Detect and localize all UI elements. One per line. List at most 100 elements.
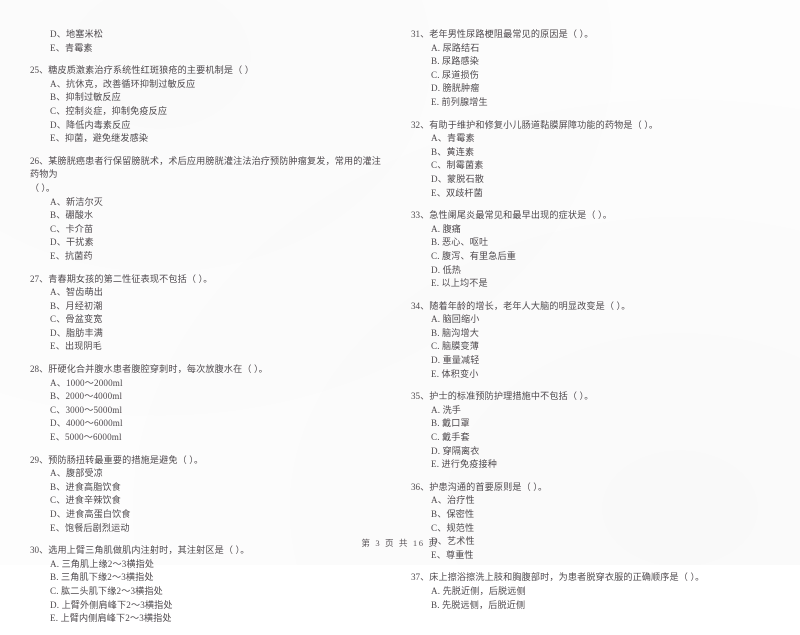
option-item: A. 先脱近侧，后脱远侧 (431, 585, 526, 596)
question-block-34: 34、随着年龄的增长，老年人大脑的明显改变是（ ）。 A. 脑回缩小 B. 脑沟… (411, 300, 766, 382)
option-item: D. 穿隔离衣 (431, 445, 480, 456)
question-block-29: 29、预防肠扭转最重要的措施是避免（ ）。 A、腹部受凉 B、进食高脂饮食 C、… (30, 454, 385, 536)
option-item: D. 重量减轻 (431, 355, 480, 366)
option-item: A、抗休克，改善循环抑制过敏反应 (50, 78, 196, 89)
option-item: A、智齿萌出 (50, 287, 103, 298)
option-item: B、黄连素 (431, 146, 475, 157)
option-item: E、5000～6000ml (50, 432, 122, 443)
question-number: 25、 (30, 65, 49, 76)
option-list: A. 脑回缩小 B. 脑沟增大 C. 脑膜变薄 D. 重量减轻 E. 体积变小 (411, 313, 766, 381)
option-item: A、新洁尔灭 (50, 196, 103, 207)
question-text: 某膀胱癌患者行保留膀胱术，术后应用膀胱灌注法治疗预防肿瘤复发，常用的灌注药物为 (30, 155, 381, 180)
question-block-26: 26、某膀胱癌患者行保留膀胱术，术后应用膀胱灌注法治疗预防肿瘤复发，常用的灌注药… (30, 155, 385, 264)
option-item: E、尊重性 (431, 549, 474, 560)
question-block-30: 30、选用上臂三角肌做肌内注射时，其注射区是（ ）。 A. 三角肌上缘2～3横指… (30, 544, 385, 626)
option-list: A、治疗性 B、保密性 C、规范性 D、艺术性 E、尊重性 (411, 494, 766, 562)
question-stem-continuation: （ ）。 (30, 182, 56, 193)
option-list: A. 三角肌上缘2～3横指处 B. 三角肌下缘2～3横指处 C. 肱二头肌下缘2… (30, 558, 385, 626)
option-item: E. 进行免疫接种 (431, 459, 498, 470)
option-list: A、青霉素 B、黄连素 C、制霉菌素 D、蒙脱石散 E、双歧杆菌 (411, 132, 766, 200)
question-number: 36、 (411, 481, 430, 492)
option-list: A、抗休克，改善循环抑制过敏反应 B、抑制过敏反应 C、控制炎症，抑制免疫反应 … (30, 78, 385, 146)
question-stem: 32、有助于维护和修复小儿肠道黏膜屏障功能的药物是（ ）。 (411, 119, 766, 133)
question-text: 预防肠扭转最重要的措施是避免（ ）。 (48, 454, 204, 465)
option-item: B、硼酸水 (50, 210, 94, 221)
option-item: E、抑菌，避免继发感染 (50, 133, 149, 144)
question-text: 青春期女孩的第二性征表现不包括（ ）。 (48, 273, 213, 284)
question-number: 37、 (411, 572, 430, 583)
question-text: 有助于维护和修复小儿肠道黏膜屏障功能的药物是（ ）。 (429, 119, 659, 130)
option-item: A、1000～2000ml (50, 377, 123, 388)
question-text: 护士的标准预防护理措施中不包括（ ）。 (429, 391, 594, 402)
question-stem: 27、青春期女孩的第二性征表现不包括（ ）。 (30, 273, 385, 287)
question-block-carryover: D、地塞米松 E、青霉素 (30, 28, 385, 55)
option-item: A、治疗性 (431, 495, 475, 506)
question-stem: 26、某膀胱癌患者行保留膀胱术，术后应用膀胱灌注法治疗预防肿瘤复发，常用的灌注药… (30, 155, 385, 182)
question-stem: 34、随着年龄的增长，老年人大脑的明显改变是（ ）。 (411, 300, 766, 314)
option-item: D、降低内毒素反应 (50, 119, 131, 130)
option-item: C. 脑膜变薄 (431, 341, 480, 352)
question-text: 老年男性尿路梗阻最常见的原因是（ ）。 (429, 29, 594, 39)
option-item: A、腹部受凉 (50, 468, 103, 479)
option-item: C. 腹泻、有里急后重 (431, 250, 517, 261)
option-item: B、保密性 (431, 509, 475, 519)
option-item: B、月经初潮 (50, 300, 103, 311)
option-item: C、规范性 (431, 522, 475, 533)
option-item: D、地塞米松 (50, 29, 103, 39)
option-item: D、蒙脱石散 (431, 173, 484, 184)
question-block-35: 35、护士的标准预防护理措施中不包括（ ）。 A. 洗手 B. 戴口罩 C. 戴… (411, 390, 766, 472)
option-list: A. 腹痛 B. 恶心、呕吐 C. 腹泻、有里急后重 D. 低热 E. 以上均不… (411, 223, 766, 291)
question-text: 急性阑尾炎最常见和最早出现的症状是（ ）。 (429, 210, 612, 221)
option-item: B. 三角肌下缘2～3横指处 (50, 572, 154, 583)
option-item: A. 洗手 (431, 404, 462, 415)
option-item: E. 前列腺增生 (431, 96, 488, 107)
option-item: A. 腹痛 (431, 223, 462, 234)
option-list: A. 先脱近侧，后脱远侧 B. 先脱远侧，后脱近侧 (411, 585, 766, 612)
exam-paper-page: D、地塞米松 E、青霉素 25、糖皮质激素治疗系统性红斑狼疮的主要机制是（ ） … (0, 0, 800, 623)
option-item: E、双歧杆菌 (431, 187, 483, 198)
question-text: 床上擦浴擦洗上肢和胸腹部时，为患者脱穿衣服的正确顺序是（ ）。 (429, 572, 705, 583)
option-item: D、干扰素 (50, 237, 94, 248)
question-block-36: 36、护患沟通的首要原则是（ ）。 A、治疗性 B、保密性 C、规范性 D、艺术… (411, 481, 766, 563)
question-number: 33、 (411, 210, 430, 221)
question-stem: 31、老年男性尿路梗阻最常见的原因是（ ）。 (411, 28, 766, 42)
question-number: 28、 (30, 364, 49, 375)
option-item: B. 先脱远侧，后脱近侧 (431, 599, 526, 610)
option-item: B. 恶心、呕吐 (431, 237, 489, 248)
option-item: C. 戴手套 (431, 432, 470, 443)
question-block-25: 25、糖皮质激素治疗系统性红斑狼疮的主要机制是（ ） A、抗休克，改善循环抑制过… (30, 64, 385, 146)
option-item: D. 上臂外侧肩峰下2～3横指处 (50, 599, 173, 610)
question-text: 随着年龄的增长，老年人大脑的明显改变是（ ）。 (429, 300, 631, 311)
question-number: 27、 (30, 273, 49, 284)
option-list: A、智齿萌出 B、月经初潮 C、骨盆变宽 D、脂肪丰满 E、出现阴毛 (30, 286, 385, 354)
option-item: C、骨盆变宽 (50, 314, 103, 325)
question-stem: 25、糖皮质激素治疗系统性红斑狼疮的主要机制是（ ） (30, 64, 385, 78)
option-item: A、青霉素 (431, 133, 475, 144)
question-text: 护患沟通的首要原则是（ ）。 (429, 481, 548, 492)
question-stem: 37、床上擦浴擦洗上肢和胸腹部时，为患者脱穿衣服的正确顺序是（ ）。 (411, 571, 766, 585)
option-item: D. 低热 (431, 264, 462, 275)
option-list: A、腹部受凉 B、进食高脂饮食 C、进食辛辣饮食 D、进食高蛋白饮食 E、饱餐后… (30, 467, 385, 535)
option-item: C. 肱二头肌下缘2～3横指处 (50, 585, 163, 596)
question-number: 29、 (30, 454, 49, 465)
option-item: D. 膀胱肿瘤 (431, 83, 480, 94)
question-block-37: 37、床上擦浴擦洗上肢和胸腹部时，为患者脱穿衣服的正确顺序是（ ）。 A. 先脱… (411, 571, 766, 612)
question-block-31: 31、老年男性尿路梗阻最常见的原因是（ ）。 A. 尿路结石 B. 尿路感染 C… (411, 28, 766, 110)
option-item: E、出现阴毛 (50, 341, 102, 352)
option-list: D、地塞米松 E、青霉素 (30, 28, 385, 55)
option-list: A. 尿路结石 B. 尿路感染 C. 尿道损伤 D. 膀胱肿瘤 E. 前列腺增生 (411, 42, 766, 110)
option-item: D、脂肪丰满 (50, 327, 103, 338)
option-item: B. 脑沟增大 (431, 327, 480, 338)
question-block-32: 32、有助于维护和修复小儿肠道黏膜屏障功能的药物是（ ）。 A、青霉素 B、黄连… (411, 119, 766, 201)
question-number: 31、 (411, 29, 430, 39)
option-list: A、1000～2000ml B、2000～4000ml C、3000～5000m… (30, 377, 385, 445)
question-block-28: 28、肝硬化合并腹水患者腹腔穿刺时，每次放腹水在（ ）。 A、1000～2000… (30, 363, 385, 445)
question-text: 肝硬化合并腹水患者腹腔穿刺时，每次放腹水在（ ）。 (48, 364, 268, 375)
option-list: A、新洁尔灭 B、硼酸水 C、卡介苗 D、干扰素 E、抗菌药 (30, 196, 385, 264)
option-item: D、4000～6000ml (50, 418, 123, 429)
option-item: E. 上臂内侧肩峰下2～3横指处 (50, 613, 172, 624)
question-number: 35、 (411, 391, 430, 402)
option-item: C. 尿道损伤 (431, 69, 480, 80)
question-stem: 35、护士的标准预防护理措施中不包括（ ）。 (411, 390, 766, 404)
option-item: B、抑制过敏反应 (50, 92, 121, 103)
